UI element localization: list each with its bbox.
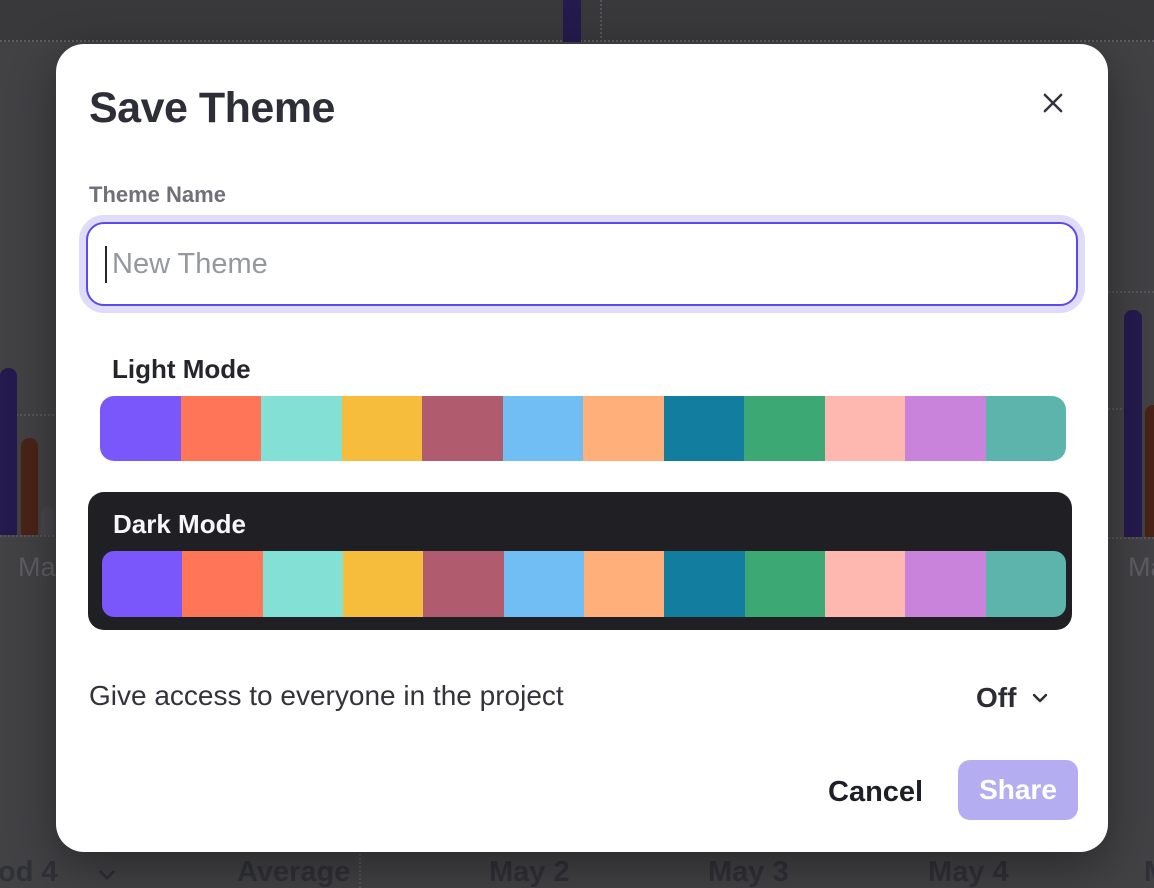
background-top-band: [0, 0, 1154, 42]
x-axis-label-period[interactable]: od 4: [0, 856, 58, 888]
access-dropdown[interactable]: Off: [976, 676, 1052, 720]
color-swatch: [343, 551, 423, 617]
dark-mode-palette: [102, 551, 1066, 617]
chevron-down-icon[interactable]: [94, 862, 120, 888]
color-swatch: [744, 396, 825, 461]
color-swatch: [905, 551, 985, 617]
color-swatch: [583, 396, 664, 461]
color-swatch: [584, 551, 664, 617]
background-bar: [563, 0, 581, 42]
save-theme-dialog: Save Theme Theme Name Light Mode Dark Mo…: [56, 44, 1108, 852]
axis-label-right: Ma: [1128, 552, 1154, 583]
gridline-vertical: [359, 850, 361, 888]
close-button[interactable]: [1028, 78, 1078, 128]
color-swatch: [664, 396, 745, 461]
gridline-horizontal: [1100, 291, 1154, 293]
dark-mode-card: Dark Mode: [88, 492, 1072, 630]
axis-baseline: [1108, 537, 1154, 539]
color-swatch: [263, 551, 343, 617]
color-swatch: [261, 396, 342, 461]
background-bar: [1145, 405, 1154, 537]
gridline-horizontal: [1108, 408, 1122, 410]
color-swatch: [664, 551, 744, 617]
color-swatch: [181, 396, 262, 461]
x-axis-label-may3: May 3: [708, 856, 789, 888]
background-bar: [0, 368, 17, 535]
color-swatch: [422, 396, 503, 461]
theme-name-input[interactable]: [86, 222, 1078, 306]
x-axis-label-may4: May 4: [928, 856, 1009, 888]
text-cursor: [105, 246, 107, 283]
gridline-vertical: [600, 0, 602, 42]
color-swatch: [102, 551, 182, 617]
x-axis-label-may2: May 2: [489, 856, 570, 888]
light-mode-palette: [100, 396, 1066, 461]
x-axis-label-average: Average: [237, 856, 350, 888]
x-axis-label-right-partial: M: [1144, 856, 1154, 888]
chevron-down-icon: [1028, 686, 1052, 710]
dark-mode-label: Dark Mode: [113, 509, 246, 540]
color-swatch: [986, 396, 1067, 461]
light-mode-label: Light Mode: [112, 354, 251, 385]
background-bar: [1124, 310, 1142, 537]
color-swatch: [423, 551, 503, 617]
background-bar: [21, 438, 38, 535]
color-swatch: [100, 396, 181, 461]
cancel-button[interactable]: Cancel: [818, 768, 933, 816]
access-dropdown-value: Off: [976, 682, 1016, 714]
color-swatch: [182, 551, 262, 617]
access-toggle-label: Give access to everyone in the project: [89, 680, 564, 712]
dialog-title: Save Theme: [89, 84, 335, 133]
color-swatch: [905, 396, 986, 461]
color-swatch: [503, 396, 584, 461]
theme-name-label: Theme Name: [89, 182, 226, 208]
color-swatch: [342, 396, 423, 461]
share-button[interactable]: Share: [958, 760, 1078, 820]
color-swatch: [986, 551, 1066, 617]
close-icon: [1039, 89, 1067, 117]
color-swatch: [825, 396, 906, 461]
color-swatch: [745, 551, 825, 617]
color-swatch: [825, 551, 905, 617]
axis-baseline: [0, 535, 58, 537]
background-bar: [41, 507, 54, 535]
color-swatch: [504, 551, 584, 617]
